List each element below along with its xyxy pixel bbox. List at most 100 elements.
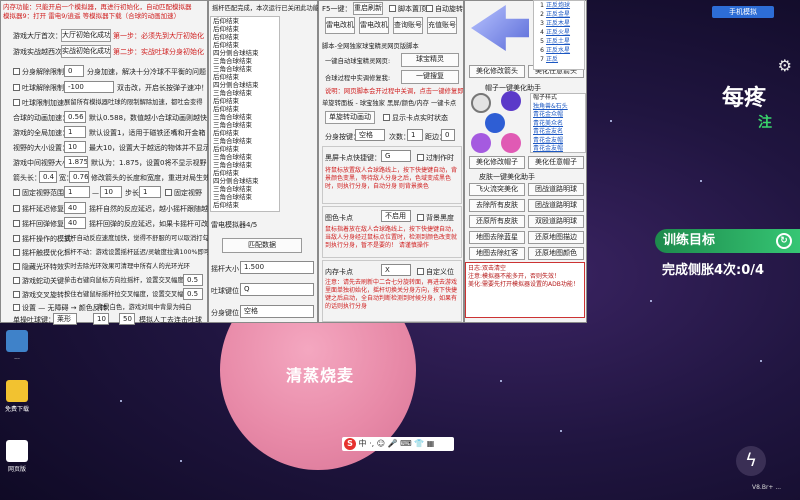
skin-button-9[interactable]: 地图去除红客 xyxy=(469,247,525,260)
global-input[interactable]: 1 xyxy=(64,126,86,138)
skin-button-3[interactable]: 去除所有皮肤 xyxy=(469,199,525,212)
black-key-select[interactable]: G xyxy=(381,150,411,162)
arrow-style-item[interactable]: 1 正反炮球 xyxy=(534,1,584,10)
banner-subtext: 注 xyxy=(758,115,772,131)
skin-button-6[interactable]: 双殴道路明球 xyxy=(528,215,584,228)
hat-modify-button[interactable]: 美化修改帽子 xyxy=(469,156,525,169)
skin-button-1[interactable]: 飞火流突美化 xyxy=(469,183,525,196)
log-note[interactable]: 日志:双击清空 注意:模拟器不能多开，否则失效！ 美化:需要先打开模拟器设置的A… xyxy=(465,262,585,318)
spit-key-input[interactable]: Q xyxy=(240,283,314,296)
halo-checkbox[interactable] xyxy=(13,263,20,270)
spit-input[interactable]: -100 xyxy=(64,81,114,93)
cross-input-2[interactable]: 0.5 xyxy=(183,288,203,300)
cross-checkbox[interactable] xyxy=(13,291,20,298)
hat-style-list[interactable]: 帽子样式 独角兽&石头 青花金众帽 青花美众名 青花金友名 青花金友帽 青花金友帽 xyxy=(530,93,586,153)
sprite-button[interactable]: 球宝精灵 xyxy=(401,53,459,67)
arrow-length-input[interactable]: 0.4 xyxy=(39,171,57,183)
zoom-input[interactable]: 10 xyxy=(64,141,86,153)
arrow-style-item[interactable]: 5 正反土星 xyxy=(534,37,584,46)
restart-button[interactable]: 重启刷新 xyxy=(353,2,383,15)
fixed-checkbox[interactable] xyxy=(13,189,20,196)
size-input[interactable]: 1.500 xyxy=(240,261,314,274)
black-checkbox[interactable] xyxy=(417,154,424,161)
training-target-bar[interactable]: 训练目标 ↻ xyxy=(655,229,800,253)
hat-style-item[interactable]: 青花金众帽 xyxy=(531,111,585,120)
script-top-checkbox[interactable] xyxy=(389,5,396,12)
single-rotate-button[interactable]: 单旋转动画动 xyxy=(325,111,375,124)
gear-icon[interactable]: ⚙ xyxy=(778,56,792,75)
merge-input[interactable]: 0.56 xyxy=(64,111,86,123)
arrow-style-item[interactable]: 4 正反火星 xyxy=(534,28,584,37)
hat-style-item[interactable]: 独角兽&石头 xyxy=(531,103,585,112)
hat-style-item[interactable]: 青花金友帽 xyxy=(531,137,585,146)
skin-button-7[interactable]: 地图去除蓝星 xyxy=(469,231,525,244)
desktop-icon-1[interactable]: ... xyxy=(4,330,30,361)
hat-style-item[interactable]: 帽子样式 xyxy=(531,94,585,103)
snake-checkbox[interactable] xyxy=(13,277,20,284)
joystick-mode-checkbox[interactable] xyxy=(13,235,20,242)
auto-rotate-checkbox[interactable] xyxy=(426,5,433,12)
skin-button-4[interactable]: 团战道路明球 xyxy=(528,199,584,212)
recharge-account-button[interactable]: 充值账号 xyxy=(427,17,457,34)
split-checkbox[interactable] xyxy=(13,68,20,75)
hat-any-button[interactable]: 美化任意帽子 xyxy=(528,156,584,169)
count-input[interactable]: 1 xyxy=(407,129,423,141)
hat-style-item[interactable]: 青花美众名 xyxy=(531,120,585,129)
dist-input[interactable]: 0 xyxy=(441,129,455,141)
fixed-step-input[interactable]: 1 xyxy=(139,186,161,198)
top-right-button[interactable]: 手机模拟 xyxy=(712,6,774,18)
ime-toolbar[interactable]: S 中 ·, ☺ 🎤 ⌨ 👕 ▦ xyxy=(342,437,454,451)
fixed-max-input[interactable]: 10 xyxy=(100,186,122,198)
arrow-style-item[interactable]: 7 正反 xyxy=(534,55,584,64)
joystick-log-list[interactable]: 后仰结束 后仰结束 后仰结束 后仰结束 四分侧合球结束 三角合球结束 三角合球结束 后仰结束四… xyxy=(210,16,280,212)
spit-checkbox[interactable] xyxy=(13,84,20,91)
desktop-icon-3[interactable]: 网页版 xyxy=(4,440,30,473)
lightning-icon[interactable]: ϟ xyxy=(736,446,766,476)
fix-button[interactable]: 一键搜复 xyxy=(401,70,459,84)
joystick-return-input[interactable]: 40 xyxy=(64,217,86,229)
skin-button-8[interactable]: 还原地图描边 xyxy=(528,231,584,244)
arrow-style-item[interactable]: 3 正反木星 xyxy=(534,19,584,28)
arrow-style-list[interactable]: 1 正反炮球 2 正反金星 3 正反木星 4 正反火星 5 正反土星 6 正反水星 7 正反 xyxy=(533,0,585,70)
color-checkbox[interactable] xyxy=(417,214,424,221)
show-status-checkbox[interactable] xyxy=(383,114,390,121)
lobby-init-button[interactable]: 大厅初始化成功 xyxy=(61,29,111,42)
arrow-style-label: 正反炮球 xyxy=(546,2,571,9)
bottom-max-input[interactable]: 50 xyxy=(119,313,135,325)
split-hotkey-select[interactable]: 空格 xyxy=(355,129,385,141)
arrow-style-item[interactable]: 2 正反金星 xyxy=(534,10,584,19)
fixed-min-input[interactable]: 1 xyxy=(64,186,90,198)
desktop-icon-2[interactable]: 免费下载 xyxy=(4,380,30,413)
color-key-select[interactable]: 不启用 xyxy=(381,210,411,222)
skin-button-10[interactable]: 还原地图颜色 xyxy=(528,247,584,260)
cross-input-1[interactable]: 0.5 xyxy=(183,274,203,286)
hat-style-item[interactable]: 青花金友帽 xyxy=(531,145,585,152)
query-account-button[interactable]: 查询账号 xyxy=(393,17,423,34)
refresh-icon[interactable]: ↻ xyxy=(776,233,792,249)
hat-style-item[interactable]: 青花金友名 xyxy=(531,128,585,137)
battle-init-button[interactable]: 实战初始化成功 xyxy=(61,45,111,58)
sogou-icon[interactable]: S xyxy=(344,437,356,450)
joystick-return-checkbox[interactable] xyxy=(13,220,20,227)
split-key-input[interactable]: 空格 xyxy=(240,305,314,318)
arrow-width-input[interactable]: 0.76 xyxy=(69,171,89,183)
anim-checkbox[interactable] xyxy=(13,99,20,106)
joystick-delay-input[interactable]: 40 xyxy=(64,202,86,214)
joystick-delay-checkbox[interactable] xyxy=(13,205,20,212)
mem-checkbox[interactable] xyxy=(417,268,424,275)
bottom-min-input[interactable]: 10 xyxy=(93,313,109,325)
ld-mod-button-1[interactable]: 雷电改机 xyxy=(325,17,355,34)
invert-checkbox[interactable] xyxy=(13,304,20,311)
match-data-button[interactable]: 匹配数据 xyxy=(222,238,302,253)
skin-button-5[interactable]: 还原所有皮肤 xyxy=(469,215,525,228)
bottom-key-select[interactable]: 莱形 xyxy=(53,313,77,325)
mem-key-select[interactable]: X xyxy=(381,264,411,276)
fixed-view-checkbox[interactable] xyxy=(165,189,172,196)
joystick-touch-checkbox[interactable] xyxy=(13,249,20,256)
arrow-modify-button[interactable]: 美化修改箭头 xyxy=(469,65,525,78)
ld-mod-button-2[interactable]: 雷电改机 xyxy=(359,17,389,34)
split-input[interactable]: 0 xyxy=(64,65,84,77)
arrow-style-item[interactable]: 6 正反水星 xyxy=(534,46,584,55)
skin-button-2[interactable]: 团战道路明球 xyxy=(528,183,584,196)
center-input[interactable]: 1.875 xyxy=(64,156,88,168)
